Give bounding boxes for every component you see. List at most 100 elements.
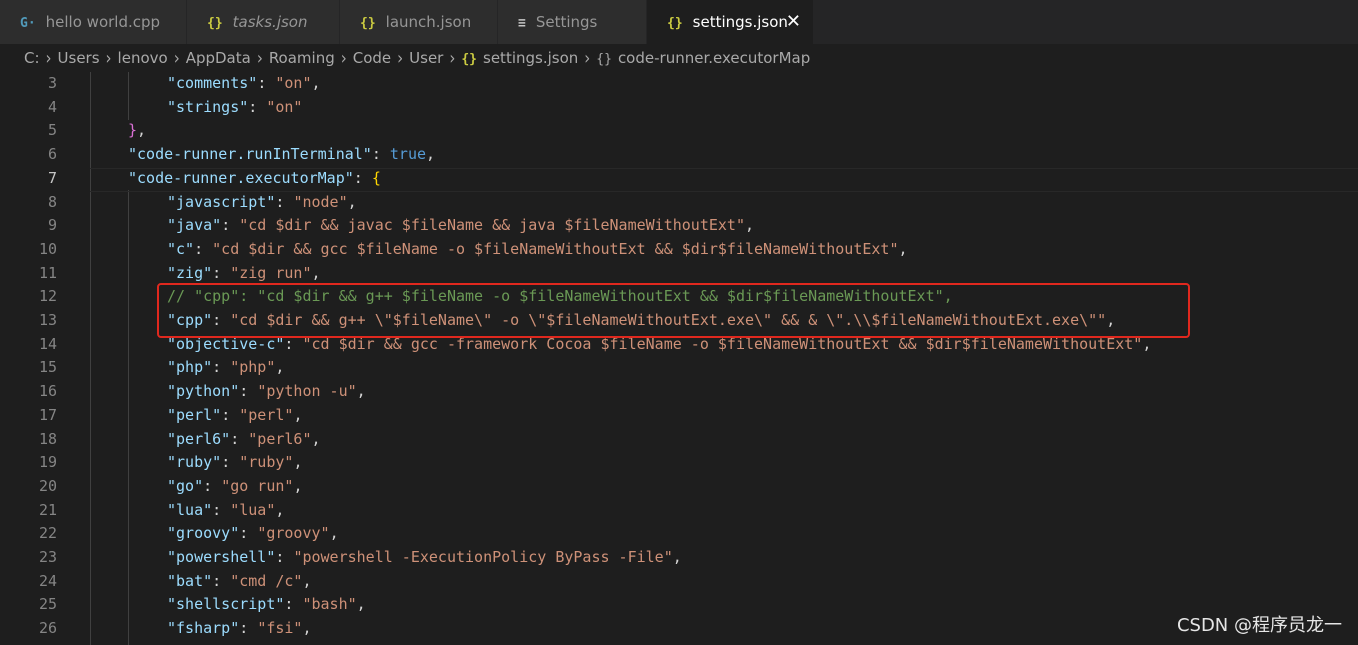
code-line[interactable]: 6 "code-runner.runInTerminal": true, (0, 143, 1358, 167)
token-key: "strings" (167, 97, 249, 116)
token-pun: : (239, 524, 258, 543)
token-pun: , (293, 476, 303, 495)
token-pun: , (672, 548, 682, 566)
code-line[interactable]: 8 "javascript": "node", (0, 191, 1358, 215)
code-text: }, (128, 119, 146, 143)
token-key: "c" (167, 239, 195, 258)
chevron-right-icon: › (173, 47, 180, 69)
code-line[interactable]: 7 "code-runner.executorMap": { (0, 167, 1358, 191)
token-brk: } (128, 121, 138, 140)
token-pun: : (212, 358, 231, 377)
code-line[interactable]: 5}, (0, 119, 1358, 143)
close-icon[interactable]: ✕ (786, 0, 801, 44)
tab-hello-world-cpp[interactable]: G· hello world.cpp (0, 0, 187, 44)
code-line[interactable]: 20 "go": "go run", (0, 475, 1358, 499)
tab-settings-json[interactable]: {} settings.json ✕ (647, 0, 814, 44)
token-pun: , (311, 263, 321, 282)
token-key: "perl" (167, 405, 222, 424)
token-pun: : (230, 429, 249, 448)
code-text: "zig": "zig run", (167, 262, 321, 286)
chevron-right-icon: › (340, 47, 347, 69)
tab-tasks-json[interactable]: {} tasks.json (187, 0, 340, 44)
token-str: "cd $dir && gcc $fileName -o $fileNameWi… (212, 239, 899, 258)
code-line[interactable]: 10 "c": "cd $dir && gcc $fileName -o $fil… (0, 238, 1358, 262)
token-str: "cd $dir && javac $fileName && java $fil… (239, 216, 745, 235)
tab-settings[interactable]: ≡ Settings (498, 0, 647, 44)
code-line[interactable]: 25 "shellscript": "bash", (0, 593, 1358, 617)
code-text: "go": "go run", (167, 475, 302, 499)
token-key: "code-runner.executorMap" (128, 168, 354, 187)
token-key: "shellscript" (167, 595, 285, 614)
line-number: 21 (38, 500, 57, 519)
breadcrumb-item[interactable]: Users (58, 49, 100, 67)
token-pun: : (239, 619, 258, 638)
code-line[interactable]: 21 "lua": "lua", (0, 499, 1358, 523)
code-line[interactable]: 17 "perl": "perl", (0, 404, 1358, 428)
line-number: 6 (47, 145, 57, 164)
code-line[interactable]: 23 "powershell": "powershell -ExecutionPo… (0, 546, 1358, 570)
code-line[interactable]: 3 "comments": "on", (0, 72, 1358, 96)
token-str: "on" (266, 97, 303, 116)
token-pun: : (353, 168, 372, 187)
code-text: "java": "cd $dir && javac $fileName && j… (167, 214, 754, 238)
token-key: "go" (167, 476, 204, 495)
token-key: "code-runner.runInTerminal" (128, 145, 372, 164)
token-str: "bash" (302, 595, 357, 614)
token-pun: : (212, 571, 231, 590)
line-number: 4 (47, 97, 57, 116)
code-text: "shellscript": "bash", (167, 593, 366, 617)
json-file-icon: {} (461, 52, 478, 67)
token-key: "python" (167, 382, 240, 401)
code-line[interactable]: 11 "zig": "zig run", (0, 262, 1358, 286)
code-line[interactable]: 18 "perl6": "perl6", (0, 428, 1358, 452)
code-line[interactable]: 19 "ruby": "ruby", (0, 451, 1358, 475)
token-pun: : (275, 192, 294, 211)
code-line[interactable]: 26 "fsharp": "fsi", (0, 617, 1358, 641)
json-file-icon: {} (667, 16, 683, 31)
breadcrumb-item[interactable]: lenovo (118, 49, 168, 67)
line-number: 12 (38, 287, 57, 306)
breadcrumb-item[interactable]: C: (24, 49, 40, 67)
code-line[interactable]: 24 "bat": "cmd /c", (0, 570, 1358, 594)
token-pun: : (371, 145, 390, 164)
code-text: "perl": "perl", (167, 404, 302, 428)
code-text: "lua": "lua", (167, 499, 284, 523)
token-key: "groovy" (167, 524, 240, 543)
breadcrumb-item[interactable]: settings.json (483, 49, 578, 67)
token-str: "perl" (239, 405, 294, 424)
token-kw: true (389, 145, 427, 164)
code-line[interactable]: 4 "strings": "on" (0, 96, 1358, 120)
breadcrumb-item[interactable]: code-runner.executorMap (618, 49, 810, 67)
breadcrumb-item[interactable]: Code (353, 49, 391, 67)
code-text: "ruby": "ruby", (167, 451, 302, 475)
token-pun: , (329, 524, 339, 543)
token-pun: , (302, 571, 312, 590)
token-pun: : (239, 382, 258, 401)
token-str: "zig run" (230, 263, 312, 282)
code-text: "powershell": "powershell -ExecutionPoli… (167, 546, 682, 570)
code-line[interactable]: 16 "python": "python -u", (0, 380, 1358, 404)
code-text: "groovy": "groovy", (167, 522, 339, 546)
token-pun: , (311, 74, 321, 92)
code-text: "strings": "on" (167, 96, 302, 120)
code-editor[interactable]: 3 "comments": "on", 4 "strings": "on" 5}, 6 "c… (0, 72, 1358, 645)
token-pun: , (302, 619, 312, 638)
breadcrumb-item[interactable]: Roaming (269, 49, 335, 67)
tab-launch-json[interactable]: {} launch.json (340, 0, 498, 44)
token-pun: , (898, 239, 908, 258)
token-key: "ruby" (167, 453, 222, 472)
token-pun: , (311, 429, 321, 448)
token-key: "comments" (167, 74, 258, 92)
breadcrumb-item[interactable]: AppData (186, 49, 251, 67)
token-pun: , (347, 192, 357, 211)
chevron-right-icon: › (584, 47, 591, 69)
line-number: 3 (47, 74, 57, 92)
code-line[interactable]: 22 "groovy": "groovy", (0, 522, 1358, 546)
tab-label: launch.json (385, 13, 472, 31)
token-str: "python -u" (257, 382, 357, 401)
code-line[interactable]: 15 "php": "php", (0, 356, 1358, 380)
code-line[interactable]: 9 "java": "cd $dir && javac $fileName && … (0, 214, 1358, 238)
code-text: "fsharp": "fsi", (167, 617, 312, 641)
breadcrumb-item[interactable]: User (409, 49, 443, 67)
line-number: 18 (38, 429, 57, 448)
